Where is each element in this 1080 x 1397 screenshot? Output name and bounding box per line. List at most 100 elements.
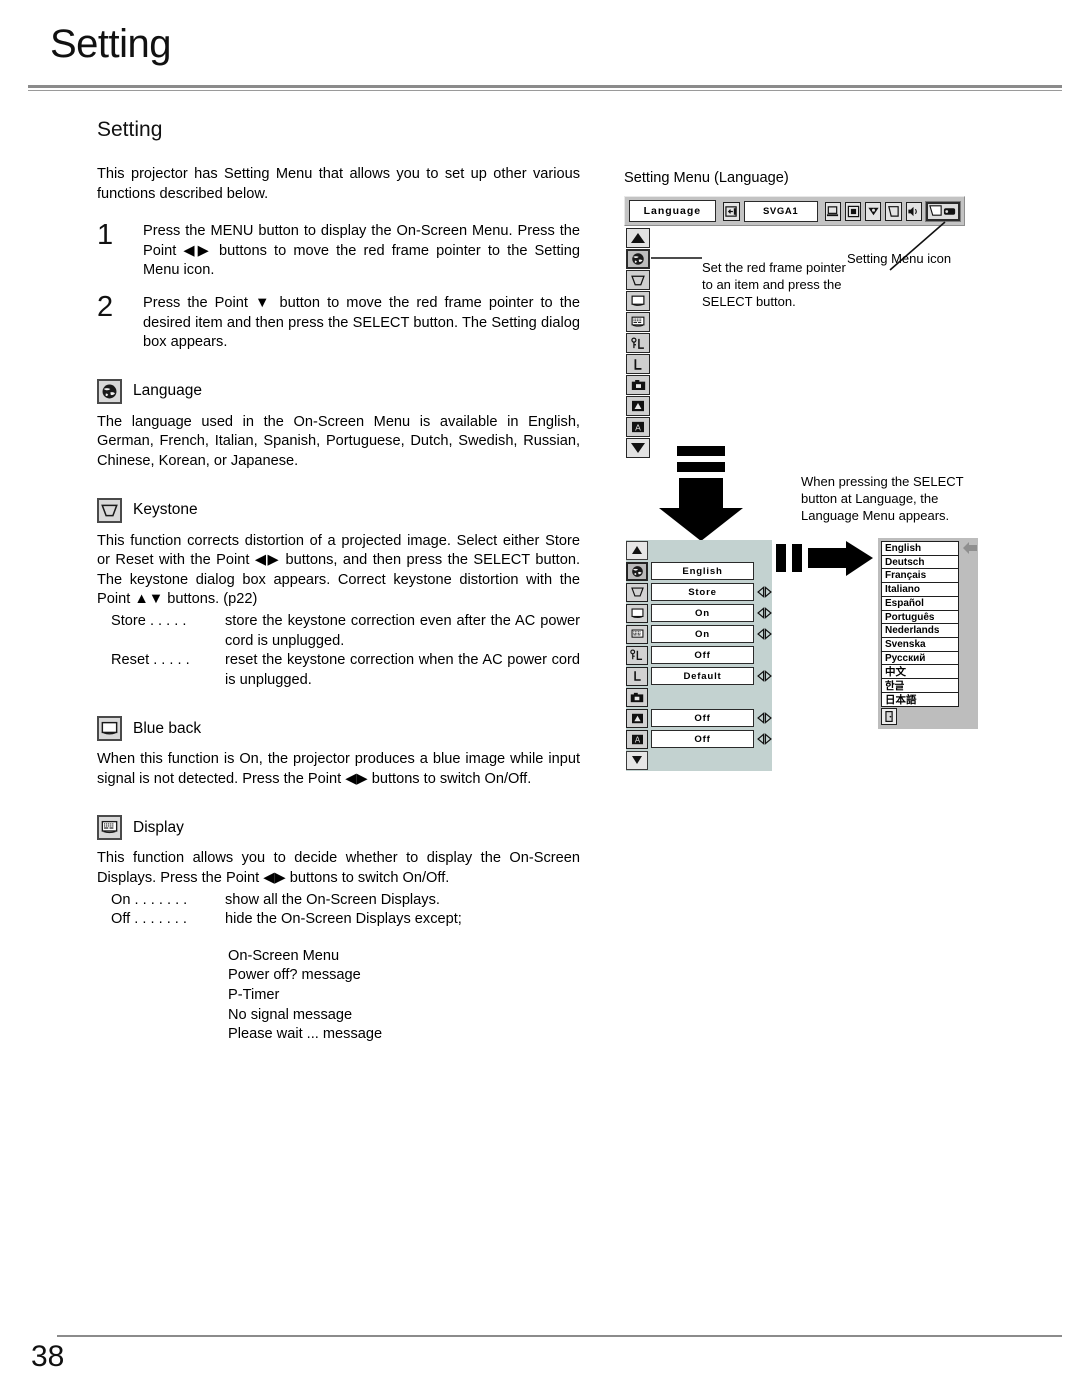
dialog-row-scroll-down[interactable] [626, 750, 772, 770]
lamp-mode-icon[interactable] [626, 354, 650, 374]
option-key: Reset . . . . . [97, 651, 225, 690]
dialog-value[interactable]: Default [651, 667, 754, 685]
option-row: On . . . . . . . show all the On-Screen … [97, 891, 580, 911]
blue-back-icon [97, 716, 122, 742]
exit-door-icon[interactable] [881, 708, 897, 726]
running-head: Setting [50, 22, 172, 66]
adjust-arrows-icon[interactable] [756, 628, 772, 640]
page-number: 38 [31, 1340, 65, 1373]
dialog-row-display[interactable]: On [626, 624, 772, 644]
ceiling-icon[interactable] [626, 708, 648, 728]
rear-icon[interactable]: A [626, 729, 648, 749]
svg-text:A: A [635, 422, 641, 432]
option-key-label: On [111, 891, 131, 908]
step-number: 2 [97, 290, 114, 323]
except-item: Please wait ... message [228, 1026, 383, 1043]
option-dots: . . . . . [149, 612, 187, 629]
feature-body-language: The language used in the On-Screen Menu … [97, 413, 580, 469]
option-dots: . . . . . . . [134, 911, 187, 928]
flow-right-arrow-icon [776, 541, 873, 576]
dialog-row-ceiling[interactable]: Off [626, 708, 772, 728]
dialog-row-lamp-mode[interactable]: Default [626, 666, 772, 686]
adjust-arrows-icon[interactable] [756, 733, 772, 745]
option-value: show all the On-Screen Displays. [225, 891, 440, 908]
option-value: store the keystone correction even after… [225, 612, 580, 649]
footer-rule [57, 1335, 1062, 1337]
step-number: 1 [97, 219, 114, 252]
language-menu-panel: English Deutsch Français Italiano Españo… [878, 538, 978, 730]
dialog-row-rear[interactable]: A Off [626, 729, 772, 749]
adjust-arrows-icon[interactable] [756, 670, 772, 682]
blue-back-icon[interactable] [626, 603, 648, 623]
dialog-row-language[interactable]: English [626, 561, 772, 581]
except-item: P-Timer [228, 987, 280, 1004]
feature-label: Display [133, 818, 184, 836]
header-rule-thin [28, 90, 1062, 91]
dialog-value[interactable]: Off [651, 709, 754, 727]
capture-icon[interactable] [626, 687, 648, 707]
logo-pin-icon[interactable] [626, 645, 648, 665]
option-key-label: Off [111, 911, 131, 928]
scroll-down-icon[interactable] [626, 750, 648, 770]
option-value: hide the On-Screen Displays except; [225, 911, 462, 928]
step-text: Press the MENU button to display the On-… [143, 223, 580, 279]
header-rule [28, 85, 1062, 88]
lamp-mode-icon[interactable] [626, 666, 648, 686]
dialog-value[interactable]: Store [651, 583, 754, 601]
adjust-arrows-icon[interactable] [756, 712, 772, 724]
display-icon[interactable] [626, 312, 650, 332]
annotation-setting-menu-icon: Setting Menu icon [847, 251, 952, 266]
scroll-up-icon[interactable] [626, 540, 648, 560]
rear-icon[interactable]: A [626, 417, 650, 437]
selection-cursor-icon [962, 541, 978, 555]
scroll-down-icon[interactable] [626, 438, 650, 458]
adjust-arrows-icon[interactable] [756, 586, 772, 598]
page-header: Setting [0, 0, 1080, 96]
except-item: On-Screen Menu [228, 947, 340, 964]
step-item: 1 Press the MENU button to display the O… [97, 219, 580, 281]
language-option-japanese[interactable]: 日本語 [881, 691, 959, 707]
dialog-row-blue-back[interactable]: On [626, 603, 772, 623]
main-content-column: This projector has Setting Menu that all… [97, 165, 580, 1045]
option-key: On . . . . . . . [97, 891, 225, 911]
dialog-row-scroll-up[interactable] [626, 540, 772, 560]
ceiling-icon[interactable] [626, 396, 650, 416]
option-key: Off . . . . . . . [97, 910, 225, 930]
dialog-value[interactable]: On [651, 625, 754, 643]
globe-icon[interactable] [626, 561, 648, 581]
except-item: Power off? message [228, 967, 361, 984]
keystone-icon[interactable] [626, 582, 648, 602]
diagram-caption: Setting Menu (Language) [624, 170, 789, 186]
option-dots: . . . . . [153, 652, 190, 669]
except-item: No signal message [228, 1006, 353, 1023]
adjust-arrows-icon[interactable] [756, 607, 772, 619]
annotation-select-language: When pressing the SELECT button at Langu… [801, 474, 964, 523]
capture-icon[interactable] [626, 375, 650, 395]
option-row: Off . . . . . . . hide the On-Screen Dis… [97, 910, 580, 930]
dialog-row-logo-pin[interactable]: Off [626, 645, 772, 665]
logo-pin-icon[interactable] [626, 333, 650, 353]
globe-icon [97, 378, 122, 404]
feature-label: Keystone [133, 501, 198, 519]
intro-paragraph: This projector has Setting Menu that all… [97, 166, 580, 202]
dialog-row-capture[interactable] [626, 687, 772, 707]
dialog-row-keystone[interactable]: Store [626, 582, 772, 602]
option-row: Store . . . . . store the keystone corre… [97, 612, 580, 651]
dialog-value[interactable]: Off [651, 730, 754, 748]
option-key-label: Store [111, 612, 146, 629]
setting-dialog: English Store On On Off Default Off A Of… [626, 540, 772, 771]
feature-body-display: This function allows you to decide wheth… [97, 850, 580, 887]
display-icon[interactable] [626, 624, 648, 644]
feature-body-blue-back: When this function is On, the projector … [97, 751, 580, 787]
step-item: 2 Press the Point ▼ button to move the r… [97, 290, 580, 353]
option-key-label: Reset [111, 652, 150, 669]
dialog-value[interactable]: English [651, 562, 754, 580]
step-text: Press the Point ▼ button to move the red… [143, 294, 580, 351]
dialog-value[interactable]: Off [651, 646, 754, 664]
display-except-list: On-Screen Menu Power off? message P-Time… [97, 947, 580, 1045]
keystone-icon [97, 497, 122, 523]
feature-heading-language: Language [97, 378, 580, 404]
option-value: reset the keystone correction when the A… [225, 652, 580, 688]
feature-label: Blue back [133, 719, 202, 737]
dialog-value[interactable]: On [651, 604, 754, 622]
